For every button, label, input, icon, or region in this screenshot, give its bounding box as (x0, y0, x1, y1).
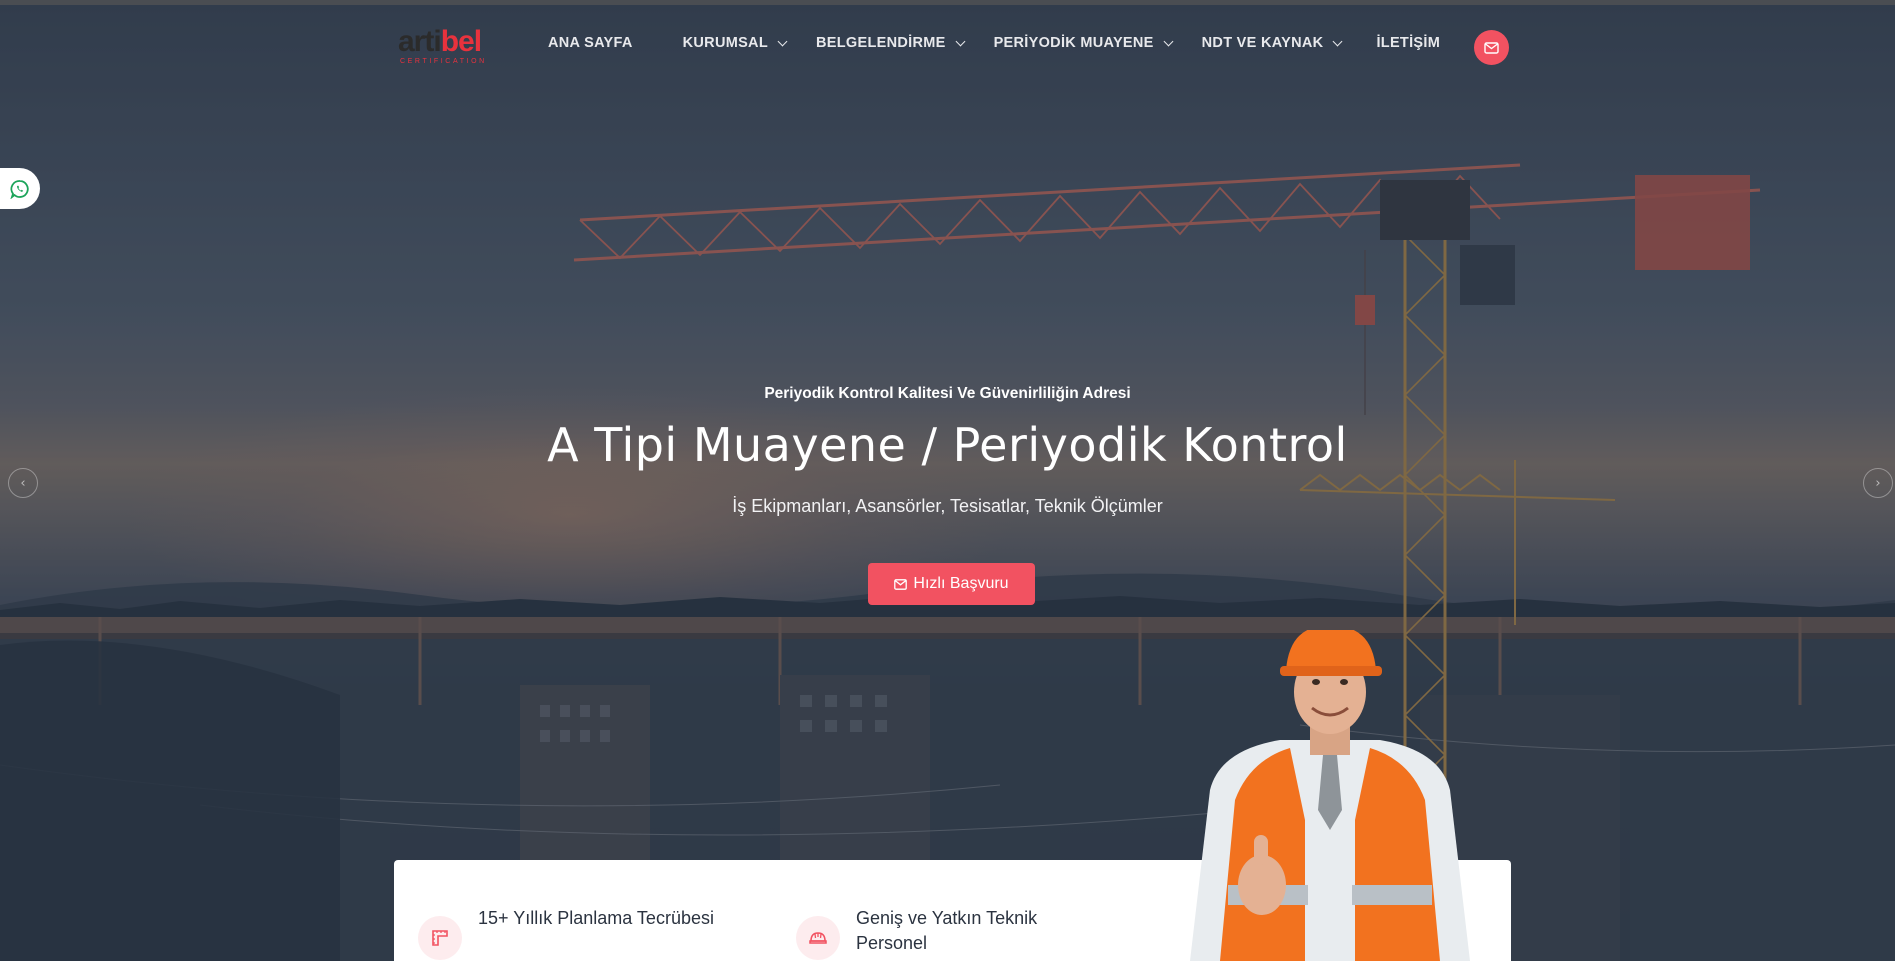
feature-item: 15+ Yıllık Planlama Tecrübesi (418, 906, 714, 960)
header-mail-button[interactable] (1474, 30, 1509, 65)
main-nav: ANA SAYFA KURUMSAL BELGELENDİRME PERİYOD… (548, 35, 1440, 51)
nav-label: PERİYODİK MUAYENE (993, 35, 1154, 51)
hero-title: A Tipi Muayene / Periyodik Kontrol (547, 418, 1348, 472)
nav-item-belgelendirme[interactable]: BELGELENDİRME (816, 35, 966, 51)
feature-item: Geniş ve Yatkın Teknik Personel (796, 906, 1037, 960)
feature-text: 15+ Yıllık Planlama Tecrübesi (478, 908, 714, 928)
logo-text-arti: arti (398, 25, 442, 58)
hard-hat-icon (809, 932, 827, 944)
hero-background (0, 5, 1895, 961)
site-header: artibel CERTIFICATION ANA SAYFA KURUMSAL… (0, 5, 1895, 85)
feature-text: Geniş ve Yatkın Teknik Personel (856, 906, 1037, 956)
hero-description: İş Ekipmanları, Asansörler, Tesisatlar, … (732, 496, 1163, 516)
feature-text-line: Personel (856, 933, 928, 953)
nav-label: ANA SAYFA (548, 35, 633, 51)
site-logo[interactable]: artibel CERTIFICATION (398, 25, 504, 69)
nav-label: İLETİŞİM (1376, 35, 1441, 51)
envelope-icon (1484, 41, 1499, 54)
chevron-right-icon: › (1875, 475, 1881, 491)
chevron-left-icon: ‹ (20, 475, 26, 491)
feature-icon-wrap (418, 916, 462, 960)
chevron-down-icon (955, 36, 966, 46)
logo-tagline: CERTIFICATION (400, 58, 487, 65)
chevron-down-icon (777, 36, 788, 46)
feature-text-line: Geniş ve Yatkın Teknik (856, 908, 1038, 928)
nav-item-kurumsal[interactable]: KURUMSAL (682, 35, 788, 51)
feature-icon-wrap (796, 916, 840, 960)
nav-label: BELGELENDİRME (816, 35, 946, 51)
logo-wordmark: artibel (398, 25, 482, 59)
whatsapp-icon (10, 179, 29, 199)
slider-prev-button[interactable]: ‹ (8, 468, 38, 498)
worker-illustration (1190, 630, 1470, 961)
nav-item-periyodik-muayene[interactable]: PERİYODİK MUAYENE (993, 35, 1174, 51)
envelope-icon (894, 578, 908, 590)
quick-apply-button[interactable]: Hızlı Başvuru (868, 563, 1035, 605)
logo-text-bel: bel (440, 25, 482, 58)
chevron-down-icon (1163, 36, 1174, 46)
ruler-icon (432, 930, 448, 946)
nav-item-ana-sayfa[interactable]: ANA SAYFA (548, 35, 633, 51)
whatsapp-button[interactable] (0, 168, 40, 209)
nav-item-iletisim[interactable]: İLETİŞİM (1376, 35, 1440, 51)
quick-apply-label: Hızlı Başvuru (913, 575, 1009, 592)
nav-label: NDT VE KAYNAK (1201, 35, 1324, 51)
hero-dark-overlay (0, 5, 1895, 961)
hero-subtitle: Periyodik Kontrol Kalitesi Ve Güvenirlil… (764, 385, 1131, 402)
slider-next-button[interactable]: › (1863, 468, 1893, 498)
nav-label: KURUMSAL (682, 35, 768, 51)
chevron-down-icon (1333, 36, 1343, 46)
nav-item-ndt-ve-kaynak[interactable]: NDT VE KAYNAK (1201, 35, 1343, 51)
